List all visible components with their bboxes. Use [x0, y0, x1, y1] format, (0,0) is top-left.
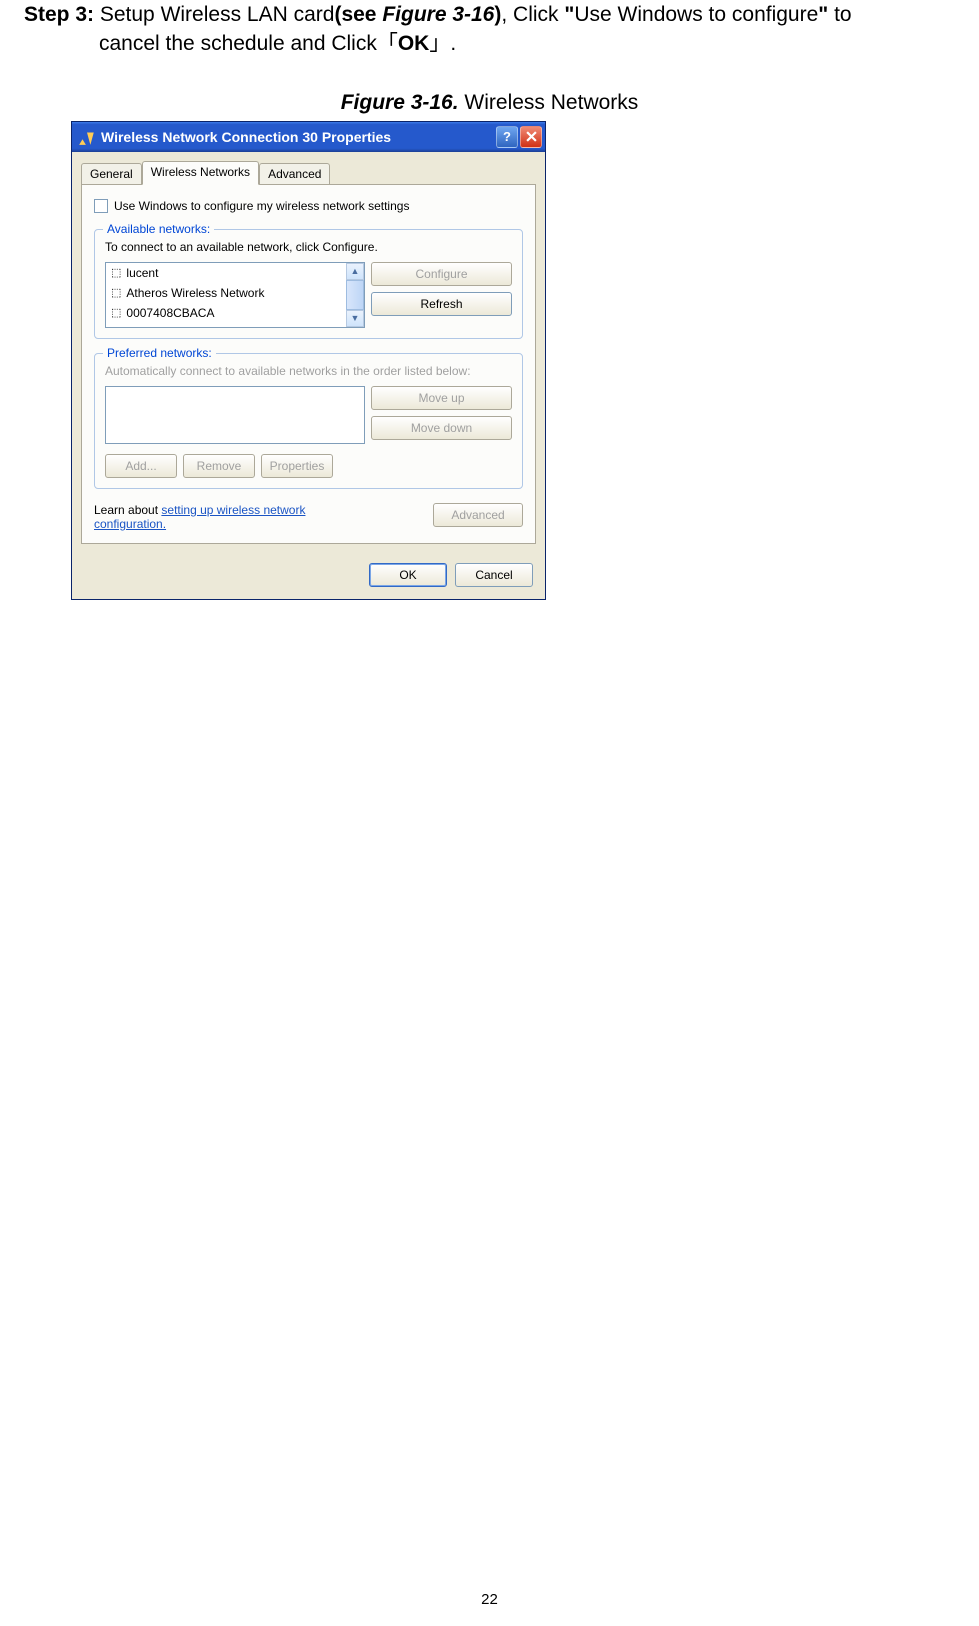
dialog-bottom-bar: OK Cancel	[72, 553, 545, 599]
preferred-networks-group: Preferred networks: Automatically connec…	[94, 353, 523, 489]
network-icon: ⬚	[111, 306, 121, 319]
scroll-track[interactable]	[346, 280, 364, 310]
tabs: General Wireless Networks Advanced	[81, 161, 536, 184]
preferred-title: Preferred networks:	[103, 346, 216, 360]
available-networks-group: Available networks: To connect to an ava…	[94, 229, 523, 339]
see-open: (see	[334, 3, 382, 26]
wireless-icon	[78, 128, 96, 146]
list-item-label: 0007408CBACA	[126, 306, 214, 320]
advanced-button[interactable]: Advanced	[433, 503, 523, 527]
figure-label: Figure 3-16.	[341, 91, 459, 114]
step-line-2: cancel the schedule and Click「OK」.	[99, 29, 955, 58]
list-item-label: Atheros Wireless Network	[126, 286, 264, 300]
available-title: Available networks:	[103, 222, 214, 236]
see-ref: Figure 3-16	[382, 3, 494, 26]
scrollbar[interactable]: ▲ ▼	[346, 263, 364, 327]
list-item[interactable]: ⬚ Atheros Wireless Network	[106, 283, 346, 303]
preferred-networks-list[interactable]	[105, 386, 365, 444]
step-text-1: Setup Wireless LAN card	[100, 3, 335, 26]
network-icon: ⬚	[111, 266, 121, 279]
step-line2-after: 」.	[429, 32, 456, 55]
figure-caption: Figure 3-16. Wireless Networks	[24, 91, 955, 115]
step-line: Step 3: Setup Wireless LAN card(see Figu…	[24, 0, 955, 29]
cancel-button[interactable]: Cancel	[455, 563, 533, 587]
step-line2-before: cancel the schedule and Click「	[99, 32, 398, 55]
close-icon	[526, 131, 537, 142]
tab-general[interactable]: General	[81, 163, 142, 184]
help-button[interactable]: ?	[496, 126, 518, 148]
learn-text: Learn about setting up wireless network …	[94, 503, 374, 531]
quote-open: "	[564, 3, 574, 26]
page-number: 22	[0, 1591, 979, 1608]
available-networks-list[interactable]: ⬚ lucent ⬚ Atheros Wireless Network ⬚ 00074…	[105, 262, 365, 328]
preferred-desc: Automatically connect to available netwo…	[105, 364, 512, 378]
checkbox-row: Use Windows to configure my wireless net…	[94, 199, 523, 213]
step-text-use: Use Windows to configure	[574, 3, 818, 26]
tab-panel: Use Windows to configure my wireless net…	[81, 184, 536, 544]
quote-close: "	[818, 3, 828, 26]
move-up-button[interactable]: Move up	[371, 386, 512, 410]
learn-before: Learn about	[94, 503, 161, 517]
scroll-thumb[interactable]	[346, 280, 364, 310]
network-icon: ⬚	[111, 286, 121, 299]
titlebar[interactable]: Wireless Network Connection 30 Propertie…	[72, 122, 545, 152]
add-button[interactable]: Add...	[105, 454, 177, 478]
properties-button[interactable]: Properties	[261, 454, 333, 478]
remove-button[interactable]: Remove	[183, 454, 255, 478]
step-text-2: , Click	[501, 3, 564, 26]
ok-button[interactable]: OK	[369, 563, 447, 587]
move-down-button[interactable]: Move down	[371, 416, 512, 440]
refresh-button[interactable]: Refresh	[371, 292, 512, 316]
list-item[interactable]: ⬚ 0007408CBACA	[106, 303, 346, 323]
available-desc: To connect to an available network, clic…	[105, 240, 512, 254]
use-windows-checkbox[interactable]	[94, 199, 108, 213]
step-ok: OK	[398, 32, 430, 55]
close-button[interactable]	[520, 126, 542, 148]
figure-title: Wireless Networks	[464, 91, 638, 114]
help-icon: ?	[503, 129, 511, 144]
list-item[interactable]: ⬚ lucent	[106, 263, 346, 283]
tab-wireless-networks[interactable]: Wireless Networks	[142, 161, 259, 185]
scroll-up-button[interactable]: ▲	[346, 263, 364, 280]
scroll-down-button[interactable]: ▼	[346, 310, 364, 327]
configure-button[interactable]: Configure	[371, 262, 512, 286]
tab-advanced[interactable]: Advanced	[259, 163, 330, 184]
titlebar-text: Wireless Network Connection 30 Propertie…	[101, 129, 496, 145]
properties-dialog: Wireless Network Connection 30 Propertie…	[71, 121, 546, 600]
step-label: Step 3:	[24, 3, 100, 26]
step-text-to: to	[828, 3, 851, 26]
checkbox-label: Use Windows to configure my wireless net…	[114, 199, 409, 213]
list-item-label: lucent	[126, 266, 158, 280]
